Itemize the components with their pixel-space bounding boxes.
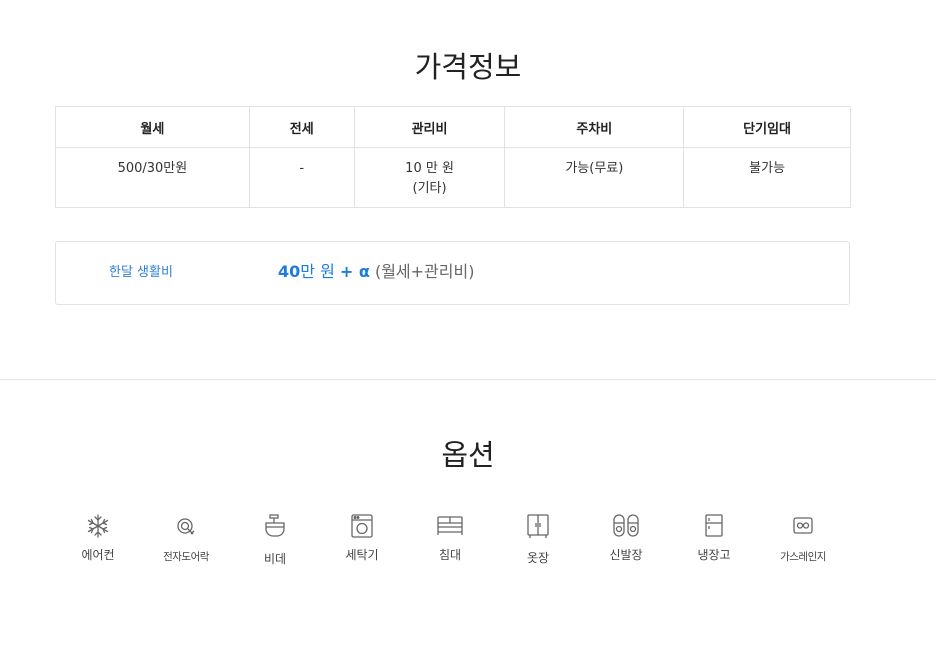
option-label: 가스레인지 [780,551,826,563]
price-info-title: 가격정보 [414,50,522,84]
price-table-row: 500/30만원 - 10 만 원 (기타) 가능(무료) 불가능 [55,147,851,208]
living-cost-note: (월세+관리비) [374,262,475,281]
maintenance-fee-value: 10 만 원 [405,161,454,176]
refrigerator-icon [705,514,723,537]
living-cost-box: 한달 생활비 40만 원 + α (월세+관리비) [55,241,850,305]
option-label: 세탁기 [345,548,379,562]
snowflake-icon [87,514,109,538]
option-label: 신발장 [609,548,643,562]
cell-jeonse: - [248,147,355,208]
option-label: 냉장고 [697,548,731,562]
door-lock-icon [177,518,195,535]
maintenance-fee-note: (기타) [412,181,447,196]
option-bidet: 비데 [230,512,320,567]
price-table-header-row: 월세 전세 관리비 주차비 단기임대 [55,106,851,148]
option-washing-machine: 세탁기 [317,512,407,563]
living-cost-value: 40만 원 + α (월세+관리비) [278,258,474,282]
option-refrigerator: 냉장고 [669,512,759,563]
header-jeonse: 전세 [248,106,355,148]
option-wardrobe: 옷장 [493,512,583,566]
option-gas-range: 가스레인지 [758,512,848,564]
gas-range-icon [793,517,813,534]
price-table: 월세 전세 관리비 주차비 단기임대 500/30만원 - 10 만 원 (기타… [55,106,851,208]
option-label: 옷장 [526,551,550,565]
option-door-lock: 전자도어락 [141,512,231,564]
living-cost-plus: + α [339,262,370,281]
wardrobe-icon [527,514,549,538]
header-short-term: 단기임대 [683,106,851,148]
header-monthly-rent: 월세 [55,106,250,148]
option-label: 침대 [438,548,462,562]
section-divider [0,379,936,380]
bed-icon [437,516,463,535]
cell-monthly-rent: 500/30만원 [55,147,250,208]
option-shoe-cabinet: 신발장 [581,512,671,563]
option-bed: 침대 [405,512,495,563]
cell-maintenance-fee: 10 만 원 (기타) [353,147,506,208]
bidet-icon [265,514,285,537]
header-parking: 주차비 [504,106,685,148]
option-label: 에어컨 [81,548,115,562]
options-title: 옵션 [441,438,495,472]
living-cost-label: 한달 생활비 [109,265,173,280]
header-maintenance-fee: 관리비 [353,106,506,148]
cell-parking: 가능(무료) [504,147,685,208]
living-cost-amount: 40 [278,262,301,281]
options-list: 에어컨 전자도어락 비데 세탁기 침대 옷장 신발장 냉장고 가스레인지 [55,512,851,582]
option-air-conditioner: 에어컨 [53,512,143,563]
option-label: 비데 [263,552,287,566]
washing-machine-icon [351,514,373,538]
option-label: 전자도어락 [163,551,209,563]
cell-short-term: 불가능 [683,147,851,208]
living-cost-unit: 만 원 [300,262,335,281]
shoes-icon [613,514,639,537]
